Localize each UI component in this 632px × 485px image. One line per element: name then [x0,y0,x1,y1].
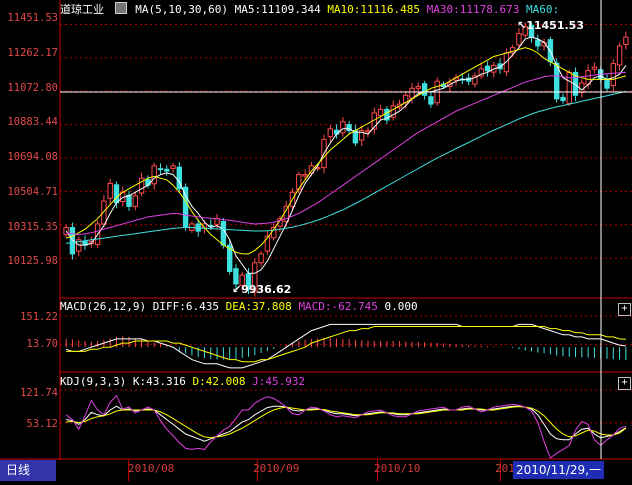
candle [107,182,113,199]
candle [484,65,491,72]
candle [409,87,415,99]
kdj-params-label: KDJ(9,3,3) [60,375,127,388]
candle [535,39,541,47]
candle [170,165,176,169]
macd-diff-line [65,323,626,369]
price-axis-label: 10694.08 [7,151,58,163]
price-axis-label: 10883.44 [7,116,58,128]
candle [101,200,107,225]
kdj-axis-label: 53.12 [26,418,58,430]
macd-bar-value: MACD:-62.745 [298,300,378,313]
ma10-line [65,47,627,255]
macd-expand-button[interactable]: + [618,303,631,316]
kdj-d-value: D:42.008 [192,375,246,388]
ma5-line [65,36,627,274]
ma5-value: MA5:11109.344 [234,3,321,16]
price-axis-label: 10504.71 [7,186,58,198]
candle [415,86,422,89]
candle [616,45,623,66]
macd-axis-label: 151.22 [20,311,58,323]
ma60-value: MA60: [526,3,560,16]
stock-chart-window: 道琼工业 MA(5,10,30,60) MA5:11109.344 MA10:1… [0,0,632,481]
candle [516,33,522,46]
ma30-line [66,71,626,236]
macd-panel-header: MACD(26,12,9) DIFF:6.435 DEA:37.808 MACD… [60,300,418,314]
price-panel-header: 道琼工业 MA(5,10,30,60) MA5:11109.344 MA10:1… [60,2,559,17]
candle [421,83,428,96]
candle [164,168,170,172]
candle [604,78,610,89]
macd-zero-value: 0.000 [384,300,418,313]
candle [220,221,227,246]
candle [132,195,139,207]
macd-axis-label: 13.70 [26,338,58,350]
min-price-arrow-icon: ↙ [232,283,242,296]
indicator-switch-icon[interactable] [114,2,127,14]
kdj-d-line [66,406,627,439]
candle [233,268,239,285]
month-label: 2010/09 [253,462,300,475]
candle [591,66,598,70]
candle [610,63,616,86]
candle [579,82,585,93]
cursor-date-label: 2010/11/29,一 [513,461,604,479]
price-axis-label: 10125.98 [7,255,58,267]
month-label: 2010/08 [128,462,175,475]
candle [157,168,164,171]
kdj-j-value: J:45.932 [252,375,306,388]
price-axis-label: 11451.53 [7,12,58,24]
ma60-line [66,90,627,244]
max-price-label: ↖11451.53 [517,19,584,32]
candle [560,96,566,102]
candle [623,36,629,45]
candle [340,121,346,134]
macd-diff-value: DIFF:6.435 [152,300,219,313]
price-axis-label: 11072.80 [7,82,58,94]
candle [145,179,151,186]
kdj-j-line [65,394,627,459]
ma10-value: MA10:11116.485 [327,3,421,16]
ma-params-label: MA(5,10,30,60) [135,3,228,16]
price-axis-label: 11262.17 [7,47,58,59]
index-name: 道琼工业 [60,3,104,16]
kdj-k-value: K:43.316 [132,375,186,388]
kdj-expand-button[interactable]: + [618,377,631,390]
macd-params-label: MACD(26,12,9) [60,300,147,313]
candle [302,174,308,177]
candle [258,253,264,264]
candle [113,184,120,204]
candle [151,165,157,185]
price-axis-label: 10315.35 [7,221,58,233]
candle [214,218,220,225]
period-tab-daily[interactable]: 日线 [0,460,56,481]
kdj-axis-label: 121.74 [20,387,58,399]
min-price-label: ↙9936.62 [232,283,292,296]
candle [126,194,132,207]
ma30-value: MA30:11178.673 [426,3,520,16]
candle [327,128,334,138]
candle [428,96,434,105]
candle [377,108,384,117]
kdj-panel-header: KDJ(9,3,3) K:43.316 D:42.008 J:45.932 [60,375,305,389]
month-label: 2010/10 [374,462,421,475]
macd-dea-value: DEA:37.808 [225,300,292,313]
stock-chart-canvas[interactable] [0,0,632,481]
month-label: 201 [495,462,515,475]
max-price-arrow-icon: ↖ [517,19,527,32]
